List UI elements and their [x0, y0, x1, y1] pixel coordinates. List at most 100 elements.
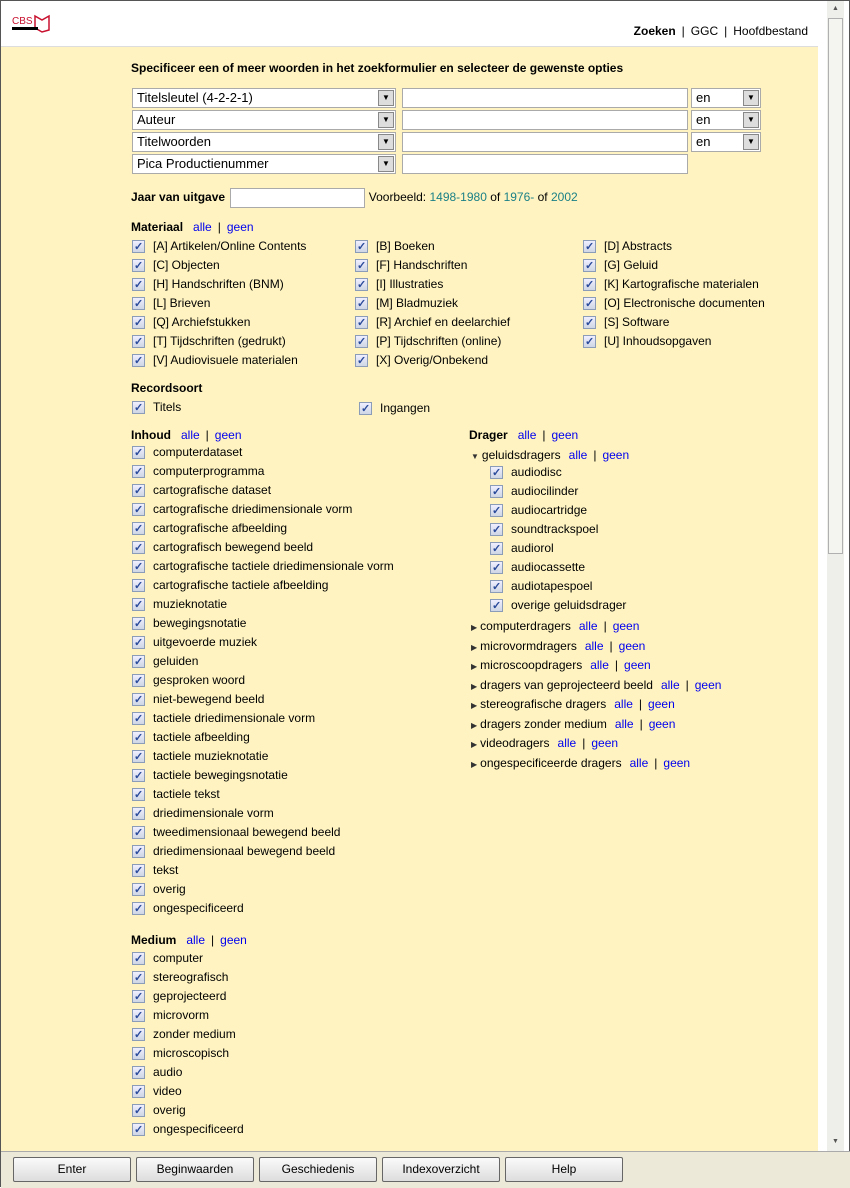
materiaal-option[interactable]: [A] Artikelen/Online Contents	[132, 237, 306, 257]
medium-option[interactable]: geprojecteerd	[132, 987, 226, 1007]
inhoud-option[interactable]: tactiele tekst	[132, 785, 220, 805]
triangle-right-icon[interactable]: ▶	[471, 643, 477, 652]
checkbox-checked[interactable]	[132, 691, 145, 710]
triangle-right-icon[interactable]: ▶	[471, 701, 477, 710]
scroll-up-icon[interactable]: ▲	[827, 1, 844, 17]
medium-option[interactable]: microvorm	[132, 1006, 209, 1026]
checkbox-checked[interactable]	[132, 1064, 145, 1083]
operator-select[interactable]: en ▼	[691, 110, 761, 130]
drager-group[interactable]: ▶ stereografische dragers alle | geen	[471, 697, 675, 711]
chevron-down-icon[interactable]: ▼	[743, 90, 759, 106]
chevron-down-icon[interactable]: ▼	[378, 90, 394, 106]
checkbox-checked[interactable]	[132, 729, 145, 748]
chevron-down-icon[interactable]: ▼	[743, 112, 759, 128]
drager-group-select-all-link[interactable]: alle	[615, 717, 634, 731]
drager-option[interactable]: audiotapespoel	[490, 577, 592, 597]
triangle-right-icon[interactable]: ▶	[471, 682, 477, 691]
checkbox-checked[interactable]	[132, 463, 145, 482]
drager-group[interactable]: ▶ ongespecificeerde dragers alle | geen	[471, 756, 690, 770]
materiaal-option[interactable]: [F] Handschriften	[355, 256, 467, 276]
checkbox-checked[interactable]	[132, 748, 145, 767]
inhoud-option[interactable]: muzieknotatie	[132, 595, 227, 615]
inhoud-option[interactable]: bewegingsnotatie	[132, 614, 246, 634]
drager-option[interactable]: audiocartridge	[490, 501, 587, 521]
checkbox-checked[interactable]	[355, 257, 368, 276]
medium-option[interactable]: ongespecificeerd	[132, 1120, 244, 1140]
checkbox-checked[interactable]	[355, 295, 368, 314]
inhoud-option[interactable]: ongespecificeerd	[132, 899, 244, 919]
inhoud-select-all-link[interactable]: alle	[181, 428, 200, 442]
materiaal-option[interactable]: [G] Geluid	[583, 256, 658, 276]
checkbox-checked[interactable]	[132, 767, 145, 786]
medium-option[interactable]: audio	[132, 1063, 182, 1083]
drager-group-select-all-link[interactable]: alle	[558, 736, 577, 750]
checkbox-checked[interactable]	[583, 295, 596, 314]
geschiedenis-button[interactable]: Geschiedenis	[259, 1157, 377, 1182]
inhoud-option[interactable]: tweedimensionaal bewegend beeld	[132, 823, 340, 843]
checkbox-checked[interactable]	[132, 672, 145, 691]
checkbox-checked[interactable]	[355, 314, 368, 333]
materiaal-option[interactable]: [M] Bladmuziek	[355, 294, 458, 314]
scroll-down-icon[interactable]: ▼	[827, 1134, 844, 1150]
medium-option[interactable]: overig	[132, 1101, 186, 1121]
medium-option[interactable]: stereografisch	[132, 968, 228, 988]
drager-option[interactable]: audiodisc	[490, 463, 562, 483]
checkbox-checked[interactable]	[490, 597, 503, 616]
materiaal-option[interactable]: [P] Tijdschriften (online)	[355, 332, 501, 352]
drager-group-geluidsdragers-select-none-link[interactable]: geen	[602, 448, 629, 462]
year-input[interactable]	[230, 187, 366, 208]
indexoverzicht-button[interactable]: Indexoverzicht	[382, 1157, 500, 1182]
checkbox-checked[interactable]	[132, 1102, 145, 1121]
drager-group-select-none-link[interactable]: geen	[695, 678, 722, 692]
checkbox-checked[interactable]	[132, 824, 145, 843]
drager-group-select-all-link[interactable]: alle	[661, 678, 680, 692]
field-select[interactable]: Titelsleutel (4-2-2-1) ▼	[132, 88, 396, 108]
inhoud-option[interactable]: tactiele muzieknotatie	[132, 747, 268, 767]
drager-option[interactable]: soundtrackspoel	[490, 520, 598, 540]
materiaal-option[interactable]: [H] Handschriften (BNM)	[132, 275, 284, 295]
checkbox-checked[interactable]	[490, 521, 503, 540]
drager-group[interactable]: ▶ videodragers alle | geen	[471, 736, 618, 750]
drager-group-select-all-link[interactable]: alle	[614, 697, 633, 711]
checkbox-checked[interactable]	[132, 900, 145, 919]
checkbox-checked[interactable]	[359, 400, 372, 419]
inhoud-option[interactable]: overig	[132, 880, 186, 900]
checkbox-checked[interactable]	[132, 399, 145, 418]
triangle-right-icon[interactable]: ▶	[471, 662, 477, 671]
drager-group[interactable]: ▶ dragers van geprojecteerd beeld alle | gee…	[471, 678, 721, 692]
search-term-input[interactable]	[402, 154, 688, 174]
checkbox-checked[interactable]	[132, 1007, 145, 1026]
inhoud-option[interactable]: cartografische tactiele driedimensionale…	[132, 557, 394, 577]
checkbox-checked[interactable]	[490, 464, 503, 483]
nav-ggc[interactable]: GGC	[691, 24, 718, 38]
drager-group-geluidsdragers[interactable]: ▼ geluidsdragers alle | geen	[471, 448, 629, 462]
materiaal-option[interactable]: [T] Tijdschriften (gedrukt)	[132, 332, 286, 352]
materiaal-option[interactable]: [K] Kartografische materialen	[583, 275, 759, 295]
triangle-down-icon[interactable]: ▼	[471, 452, 479, 461]
inhoud-option[interactable]: tactiele driedimensionale vorm	[132, 709, 315, 729]
recordsoort-option[interactable]: Ingangen	[359, 399, 430, 419]
medium-select-none-link[interactable]: geen	[220, 933, 247, 947]
checkbox-checked[interactable]	[355, 333, 368, 352]
materiaal-option[interactable]: [I] Illustraties	[355, 275, 443, 295]
drager-group-select-none-link[interactable]: geen	[624, 658, 651, 672]
materiaal-option[interactable]: [S] Software	[583, 313, 669, 333]
drager-group-select-all-link[interactable]: alle	[585, 639, 604, 653]
drager-group[interactable]: ▶ computerdragers alle | geen	[471, 619, 639, 633]
nav-zoeken[interactable]: Zoeken	[634, 24, 676, 38]
checkbox-checked[interactable]	[132, 969, 145, 988]
inhoud-option[interactable]: cartografische tactiele afbeelding	[132, 576, 328, 596]
checkbox-checked[interactable]	[132, 615, 145, 634]
checkbox-checked[interactable]	[132, 881, 145, 900]
checkbox-checked[interactable]	[490, 502, 503, 521]
recordsoort-option[interactable]: Titels	[132, 398, 181, 418]
checkbox-checked[interactable]	[583, 238, 596, 257]
checkbox-checked[interactable]	[132, 1026, 145, 1045]
field-select[interactable]: Auteur ▼	[132, 110, 396, 130]
inhoud-option[interactable]: cartografisch bewegend beeld	[132, 538, 313, 558]
checkbox-checked[interactable]	[355, 352, 368, 371]
checkbox-checked[interactable]	[583, 314, 596, 333]
checkbox-checked[interactable]	[490, 483, 503, 502]
drager-group[interactable]: ▶ dragers zonder medium alle | geen	[471, 717, 675, 731]
drager-group[interactable]: ▶ microvormdragers alle | geen	[471, 639, 645, 653]
